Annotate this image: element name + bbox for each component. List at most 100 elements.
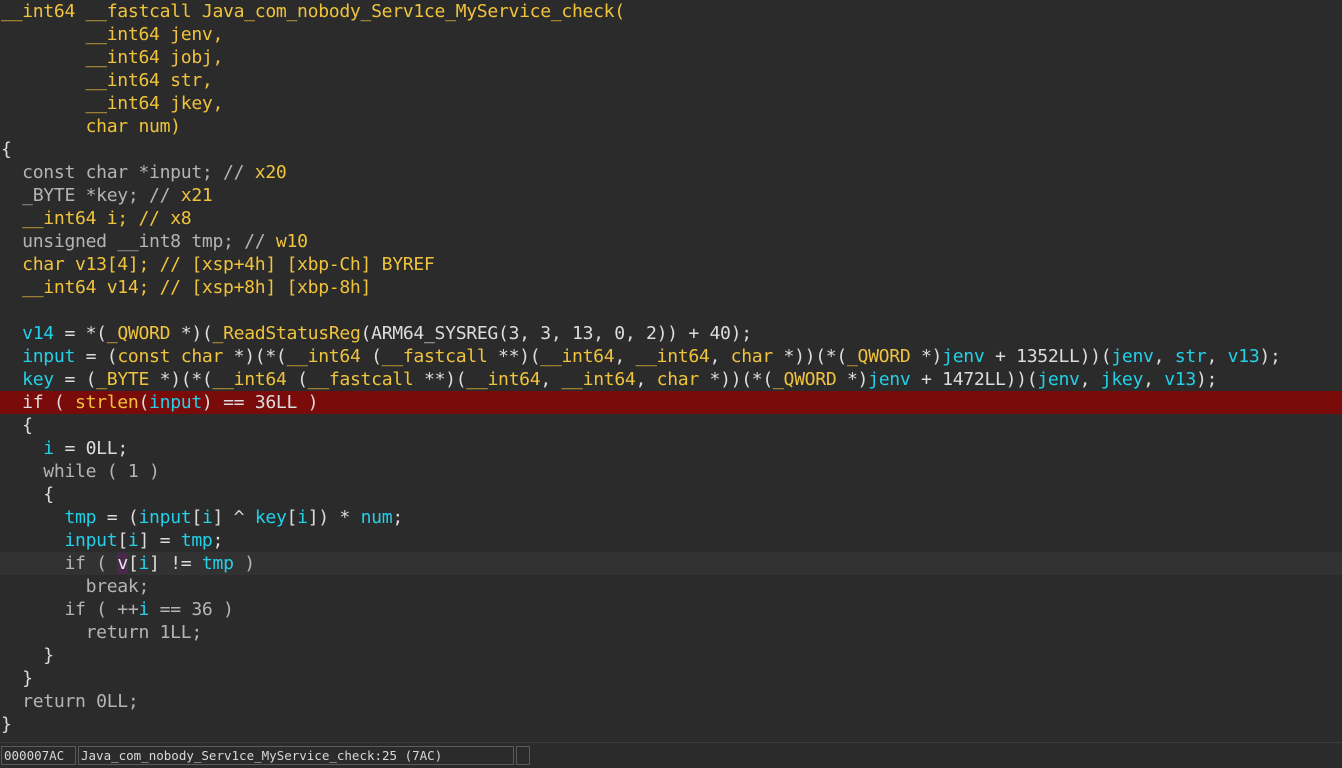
code-token: ( [286,369,308,390]
code-identifier[interactable]: v13 [1228,346,1260,367]
code-token: while ( 1 ) [1,461,160,482]
code-token: + 1472LL))( [910,369,1038,390]
code-line[interactable]: v14 = *(_QWORD *)(_ReadStatusReg(ARM64_S… [0,322,1342,345]
code-identifier[interactable]: jenv [868,369,911,390]
code-identifier[interactable]: i [138,599,149,620]
code-identifier[interactable]: tmp [202,553,234,574]
code-identifier[interactable]: num [361,507,393,528]
code-identifier[interactable]: i [138,553,149,574]
code-identifier[interactable]: jenv [1111,346,1154,367]
code-token: ; [212,530,224,551]
code-identifier[interactable]: jkey [1101,369,1144,390]
code-identifier[interactable]: i [128,530,139,551]
code-token: } [1,668,33,689]
code-line[interactable]: return 1LL; [0,621,1342,644]
code-token: { [1,139,12,160]
code-identifier[interactable]: i [43,438,54,459]
code-token: ] ^ [212,507,255,528]
code-token: , [1206,346,1228,367]
code-token: *))(*( [772,346,848,367]
code-token: ) == 36LL ) [201,392,319,413]
code-token: *))(*( [698,369,774,390]
code-line[interactable]: if ( ++i == 36 ) [0,598,1342,621]
code-token: __fastcall [307,369,414,390]
code-token: ; [392,507,403,528]
code-line[interactable]: input = (const char *)(*(__int64 (__fast… [0,345,1342,368]
code-line[interactable]: break; [0,575,1342,598]
code-line[interactable]: return 0LL; [0,690,1342,713]
code-line[interactable]: __int64 jkey, [0,92,1342,115]
code-line[interactable]: tmp = (input[i] ^ key[i]) * num; [0,506,1342,529]
code-line[interactable]: __int64 v14; // [xsp+8h] [xbp-8h] [0,276,1342,299]
code-line[interactable]: { [0,483,1342,506]
code-line[interactable]: while ( 1 ) [0,460,1342,483]
code-line[interactable]: } [0,713,1342,736]
code-identifier[interactable]: v13 [1164,369,1196,390]
code-identifier[interactable]: input [64,530,117,551]
code-token: ); [1259,346,1281,367]
code-token: [ [191,507,202,528]
code-token: [ [286,507,298,528]
code-identifier[interactable]: key [22,369,54,390]
code-line-breakpoint[interactable]: if ( strlen(input) == 36LL ) [0,391,1342,414]
code-token: _BYTE [96,369,150,390]
code-line[interactable]: } [0,644,1342,667]
code-token: *)(*( [223,346,287,367]
code-identifier[interactable]: i [202,507,213,528]
code-token: (ARM64_SYSREG(3, 3, 13, 0, 2)) + 40); [360,323,753,344]
code-identifier[interactable]: input [22,346,75,367]
code-token: x20 [254,162,287,183]
code-token: char num) [1,116,181,137]
code-identifier[interactable]: str [1175,346,1207,367]
code-line[interactable]: _BYTE *key; // x21 [0,184,1342,207]
status-extra-field [516,746,530,765]
code-line[interactable]: unsigned __int8 tmp; // w10 [0,230,1342,253]
code-line-current[interactable]: if ( v[i] != tmp ) [0,552,1342,575]
code-line[interactable]: input[i] = tmp; [0,529,1342,552]
code-line[interactable]: __int64 jenv, [0,23,1342,46]
code-token: __int64 [635,346,710,367]
code-token: ] != [149,553,202,574]
code-identifier[interactable]: input [138,507,191,528]
code-identifier[interactable]: tmp [181,530,213,551]
code-token: , [1079,369,1101,390]
code-token: **)( [413,369,467,390]
code-line[interactable]: __int64 jobj, [0,46,1342,69]
code-token: = *( [53,323,107,344]
code-identifier[interactable]: i [297,507,308,528]
code-line[interactable]: { [0,138,1342,161]
code-token: __int64 [561,369,636,390]
code-identifier[interactable]: jenv [1037,369,1080,390]
code-line[interactable]: __int64 __fastcall Java_com_nobody_Serv1… [0,0,1342,23]
code-token: *) [910,346,943,367]
code-identifier[interactable]: input [149,392,202,413]
code-token: ] = [138,530,181,551]
code-token: char [656,369,700,390]
code-identifier[interactable]: v14 [22,323,54,344]
code-token: strlen [75,392,139,413]
code-token: return 1LL; [1,622,203,643]
code-line[interactable]: __int64 i; // x8 [0,207,1342,230]
code-identifier[interactable]: key [255,507,287,528]
code-line[interactable]: } [0,667,1342,690]
code-token: , [709,346,731,367]
code-line[interactable]: __int64 str, [0,69,1342,92]
code-line[interactable]: { [0,414,1342,437]
code-line[interactable]: char num) [0,115,1342,138]
code-line[interactable]: const char *input; // x20 [0,161,1342,184]
code-line[interactable] [0,299,1342,322]
code-token: x8 [170,208,192,229]
code-line[interactable]: i = 0LL; [0,437,1342,460]
pseudocode-view[interactable]: __int64 __fastcall Java_com_nobody_Serv1… [0,0,1342,741]
code-line[interactable]: char v13[4]; // [xsp+4h] [xbp-Ch] BYREF [0,253,1342,276]
code-token: , [540,369,562,390]
code-token: ]) * [307,507,361,528]
code-token: ); [1195,369,1218,390]
code-identifier[interactable]: tmp [64,507,96,528]
code-identifier[interactable]: jenv [942,346,985,367]
code-token: = 0LL; [53,438,128,459]
code-token: const char [117,346,224,367]
code-line[interactable]: key = (_BYTE *)(*(__int64 (__fastcall **… [0,368,1342,391]
